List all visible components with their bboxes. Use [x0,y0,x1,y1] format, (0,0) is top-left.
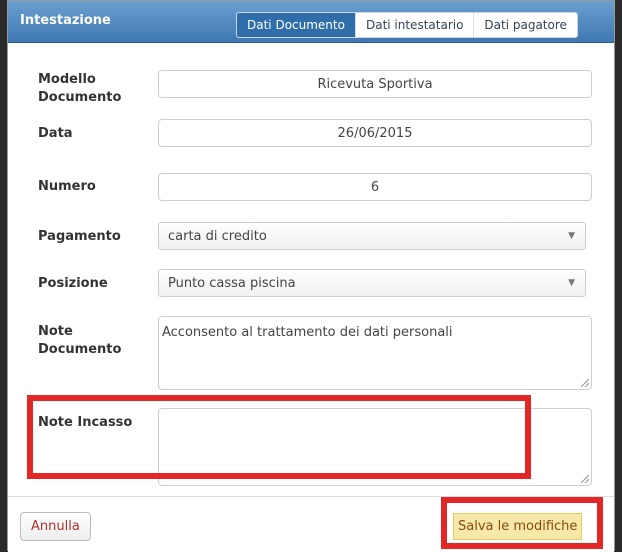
pagamento-label: Pagamento [38,229,121,244]
data-field[interactable]: 26/06/2015 [158,119,592,147]
note-doc-label-line1: Note [38,324,73,339]
posizione-selected-value: Punto cassa piscina [168,275,296,291]
modello-documento-label: Modello Documento [38,71,121,107]
save-button[interactable]: Salva le modifiche [453,513,583,540]
chevron-down-icon: ▼ [568,278,575,288]
data-label: Data [38,126,73,141]
note-incasso-textarea[interactable] [158,408,592,486]
tab-dati-pagatore[interactable]: Dati pagatore [473,13,577,37]
tab-bar: Dati Documento Dati intestatario Dati pa… [236,12,578,38]
pagamento-selected-value: carta di credito [168,228,267,244]
resize-handle-icon[interactable] [581,379,589,387]
dialog-footer: Annulla Salva le modifiche [8,496,614,552]
numero-label: Numero [38,179,96,194]
tab-dati-documento[interactable]: Dati Documento [237,13,355,37]
modello-documento-field[interactable]: Ricevuta Sportiva [158,70,592,98]
posizione-select[interactable]: Punto cassa piscina ▼ [158,269,586,297]
note-doc-label-line2: Documento [38,342,122,357]
note-documento-text: Acconsento al trattamento dei dati perso… [162,325,453,340]
cancel-button[interactable]: Annulla [20,512,91,541]
pagamento-select[interactable]: carta di credito ▼ [158,222,586,250]
resize-handle-icon[interactable] [581,475,589,483]
modello-label-line1: Modello [38,72,96,87]
note-documento-textarea[interactable]: Acconsento al trattamento dei dati perso… [158,316,592,390]
header-title: Intestazione [20,13,111,28]
modello-label-line2: Documento [38,90,122,105]
note-documento-label: Note Documento [38,323,121,359]
chevron-down-icon: ▼ [568,231,575,241]
note-incasso-label: Note Incasso [38,415,133,430]
numero-field[interactable]: 6 [158,173,592,201]
dialog: Intestazione Dati Documento Dati intesta… [7,0,615,552]
posizione-label: Posizione [38,276,108,291]
tab-dati-intestatario[interactable]: Dati intestatario [354,13,473,37]
dialog-header: Intestazione Dati Documento Dati intesta… [8,1,614,43]
